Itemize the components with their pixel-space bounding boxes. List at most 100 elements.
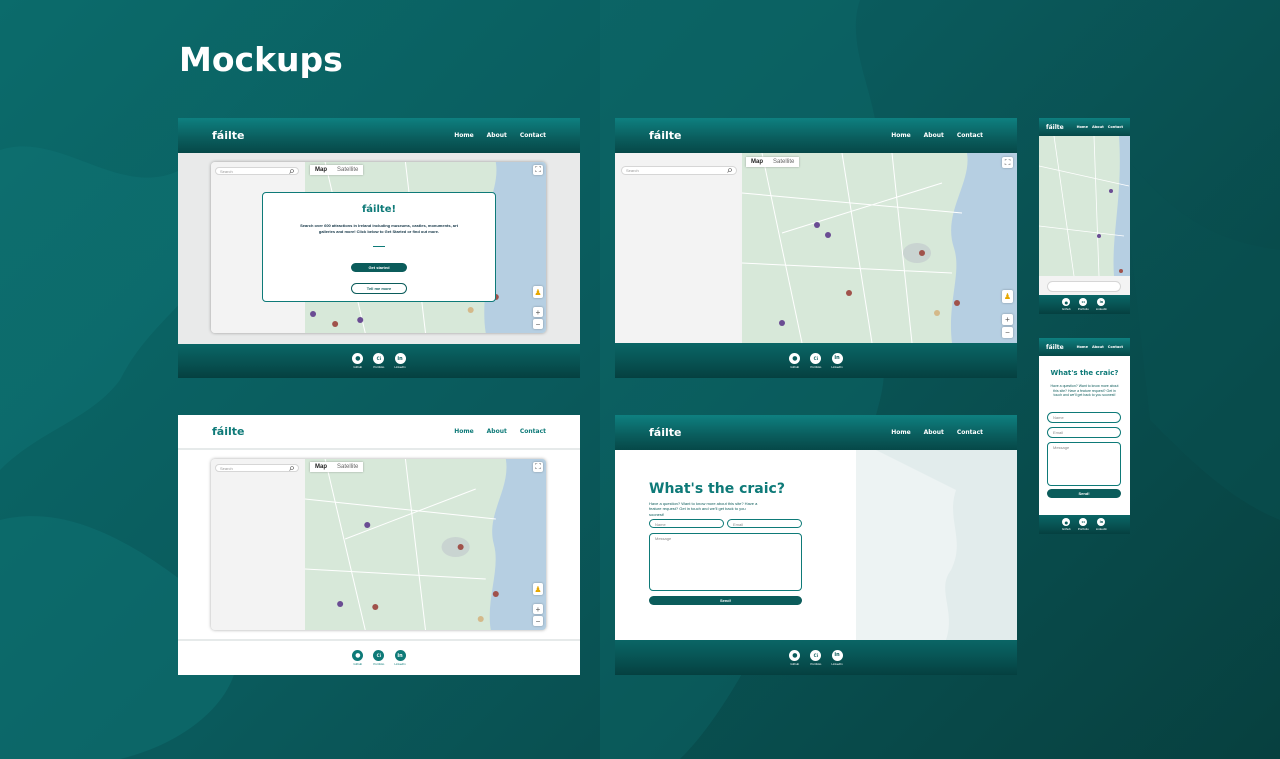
footer-github[interactable]: ● Github bbox=[352, 650, 364, 666]
search-icon[interactable] bbox=[727, 167, 732, 174]
nav-about[interactable]: About bbox=[924, 429, 944, 436]
logo[interactable]: fáilte bbox=[212, 129, 244, 142]
nav-contact[interactable]: Contact bbox=[1108, 345, 1123, 349]
nav-about[interactable]: About bbox=[487, 132, 507, 139]
search-input[interactable]: Search bbox=[621, 166, 737, 175]
search-input[interactable]: Search bbox=[215, 167, 299, 175]
zoom-out-button[interactable]: − bbox=[1002, 327, 1013, 338]
fullscreen-icon[interactable]: ⛶ bbox=[533, 462, 543, 472]
satellite-tab[interactable]: Satellite bbox=[332, 462, 363, 472]
page-title: Mockups bbox=[179, 40, 343, 79]
footer-github[interactable]: ● Github bbox=[352, 353, 364, 369]
nav-contact[interactable]: Contact bbox=[520, 428, 546, 435]
nav-contact[interactable]: Contact bbox=[520, 132, 546, 139]
nav-contact[interactable]: Contact bbox=[957, 429, 983, 436]
nav-about[interactable]: About bbox=[1092, 125, 1104, 129]
fullscreen-icon[interactable]: ⛶ bbox=[1002, 157, 1013, 168]
street-view-icon[interactable]: ♟ bbox=[1002, 290, 1013, 303]
logo[interactable]: fáilte bbox=[212, 425, 244, 438]
nav-home[interactable]: Home bbox=[454, 132, 473, 139]
search-icon[interactable] bbox=[289, 465, 294, 471]
code-institute-icon: Ci bbox=[373, 353, 385, 364]
zoom-in-button[interactable]: + bbox=[533, 307, 543, 317]
modal-divider bbox=[373, 246, 385, 248]
nav-about[interactable]: About bbox=[1092, 345, 1104, 349]
footer-linkedin[interactable]: in LinkedIn bbox=[1096, 298, 1107, 311]
map-view[interactable] bbox=[742, 153, 1017, 343]
zoom-in-button[interactable]: + bbox=[1002, 314, 1013, 325]
footer-codeinstitute[interactable]: Ci Portfolio bbox=[373, 650, 384, 666]
logo[interactable]: fáilte bbox=[649, 426, 681, 439]
map-tab[interactable]: Map bbox=[746, 157, 768, 167]
footer-linkedin[interactable]: in LinkedIn bbox=[831, 352, 843, 369]
footer-linkedin[interactable]: in LinkedIn bbox=[394, 650, 406, 666]
search-input[interactable]: Search bbox=[215, 464, 299, 472]
logo[interactable]: fáilte bbox=[1046, 344, 1064, 351]
map-type-toggle: Map Satellite bbox=[746, 157, 800, 167]
footer-codeinstitute[interactable]: Ci Portfolio bbox=[810, 352, 821, 369]
footer-github[interactable]: ● Github bbox=[789, 649, 801, 666]
nav-contact[interactable]: Contact bbox=[957, 132, 983, 139]
mockup-desktop-contact: fáilte Home About Contact What's the cra… bbox=[615, 415, 1017, 675]
zoom-in-button[interactable]: + bbox=[533, 604, 543, 614]
zoom-out-button[interactable]: − bbox=[533, 319, 543, 329]
satellite-tab[interactable]: Satellite bbox=[768, 157, 799, 167]
get-started-button[interactable]: Get started bbox=[351, 263, 407, 273]
logo[interactable]: fáilte bbox=[649, 129, 681, 142]
tell-me-more-button[interactable]: Tell me more bbox=[351, 283, 407, 295]
footer-linkedin[interactable]: in LinkedIn bbox=[394, 353, 406, 369]
footer-github[interactable]: ● Github bbox=[789, 352, 801, 369]
name-field[interactable]: Name bbox=[1047, 412, 1121, 423]
nav-home[interactable]: Home bbox=[1077, 125, 1088, 129]
footer: ● Github Ci Portfolio in LinkedIn bbox=[615, 343, 1017, 378]
linkedin-icon: in bbox=[394, 353, 406, 364]
name-field[interactable]: Name bbox=[649, 519, 724, 528]
footer-github[interactable]: ● Github bbox=[1062, 298, 1071, 311]
footer-linkedin[interactable]: in LinkedIn bbox=[831, 649, 843, 666]
logo[interactable]: fáilte bbox=[1046, 124, 1064, 131]
street-view-icon[interactable]: ♟ bbox=[533, 583, 543, 595]
nav-about[interactable]: About bbox=[487, 428, 507, 435]
search-input[interactable] bbox=[1047, 281, 1121, 292]
footer-github[interactable]: ● Github bbox=[1062, 518, 1071, 531]
message-field[interactable]: Message bbox=[649, 533, 802, 591]
email-field[interactable]: Email bbox=[727, 519, 802, 528]
footer-codeinstitute[interactable]: Ci Portfolio bbox=[810, 649, 822, 666]
nav-home[interactable]: Home bbox=[1077, 345, 1088, 349]
header: fáilte Home About Contact bbox=[615, 118, 1017, 153]
nav-contact[interactable]: Contact bbox=[1108, 125, 1123, 129]
mockup-mobile-contact: fáilte Home About Contact What's the cra… bbox=[1039, 338, 1130, 534]
fullscreen-icon[interactable]: ⛶ bbox=[533, 165, 543, 175]
nav: Home About Contact bbox=[891, 429, 983, 436]
header: fáilte Home About Contact bbox=[1039, 338, 1130, 356]
code-institute-icon: Ci bbox=[810, 649, 822, 661]
linkedin-icon: in bbox=[831, 649, 843, 661]
search-icon[interactable] bbox=[289, 168, 294, 174]
message-field[interactable]: Message bbox=[1047, 442, 1121, 486]
map-tab[interactable]: Map bbox=[310, 165, 332, 175]
results-sidebar bbox=[211, 459, 305, 630]
footer-codeinstitute[interactable]: Ci Portfolio bbox=[373, 353, 384, 369]
nav-home[interactable]: Home bbox=[454, 428, 473, 435]
nav-home[interactable]: Home bbox=[891, 429, 910, 436]
github-icon: ● bbox=[789, 352, 801, 364]
nav-about[interactable]: About bbox=[924, 132, 944, 139]
mockup-desktop-map: fáilte Home About Contact Search Map Sat… bbox=[615, 118, 1017, 378]
zoom-out-button[interactable]: − bbox=[533, 616, 543, 626]
email-field[interactable]: Email bbox=[1047, 427, 1121, 438]
map-tab[interactable]: Map bbox=[310, 462, 332, 472]
nav-home[interactable]: Home bbox=[891, 132, 910, 139]
street-view-icon[interactable]: ♟ bbox=[533, 286, 543, 298]
footer: ● Github Ci Portfolio in LinkedIn bbox=[178, 344, 580, 378]
send-button[interactable]: Send! bbox=[1047, 489, 1121, 498]
map-view[interactable] bbox=[305, 459, 546, 630]
linkedin-icon: in bbox=[831, 352, 843, 364]
footer-codeinstitute[interactable]: Ci Portfolio bbox=[1078, 518, 1089, 531]
footer-codeinstitute[interactable]: Ci Portfolio bbox=[1078, 298, 1089, 311]
send-button[interactable]: Send! bbox=[649, 596, 802, 605]
header: fáilte Home About Contact bbox=[1039, 118, 1130, 136]
satellite-tab[interactable]: Satellite bbox=[332, 165, 363, 175]
map-view[interactable] bbox=[1039, 136, 1130, 276]
ireland-outline-panel bbox=[856, 450, 1017, 640]
footer-linkedin[interactable]: in LinkedIn bbox=[1096, 518, 1107, 531]
